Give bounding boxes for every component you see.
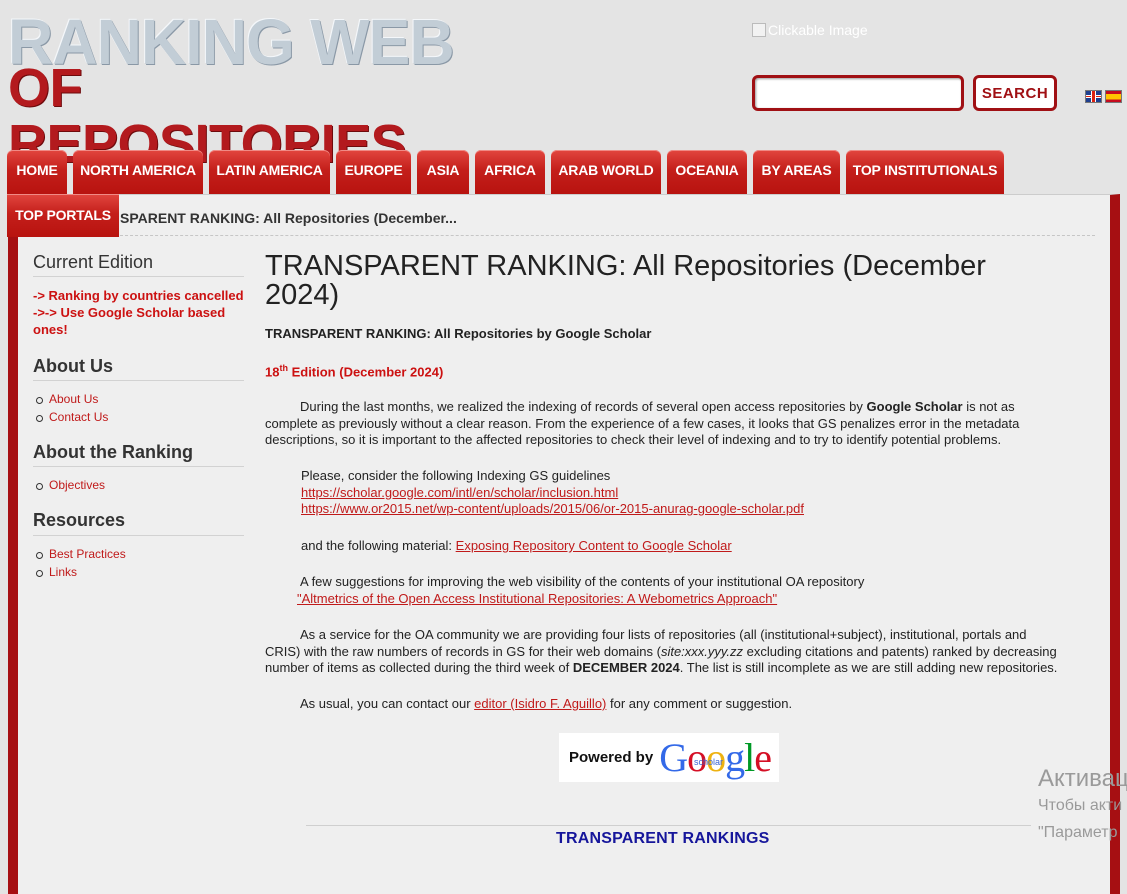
breadcrumb: SPARENT RANKING: All Repositories (Decem… [120,210,457,226]
link-about-us[interactable]: About Us [49,392,98,406]
activation-line1: Активац [1038,765,1127,792]
tab-home[interactable]: HOME [7,150,67,194]
suggestions-link-line: "Altmetrics of the Open Access Instituti… [297,591,777,608]
tab-by-areas[interactable]: BY AREAS [753,150,840,194]
search-input[interactable] [752,75,964,111]
link-or2015-pdf[interactable]: https://www.or2015.net/wp-content/upload… [301,501,804,516]
link-objectives[interactable]: Objectives [49,478,105,492]
intro-text: During the last months, we realized the … [300,399,867,414]
resources-list: Best Practices Links [36,546,126,582]
collection-date: DECEMBER 2024 [572,660,680,675]
tab-europe[interactable]: EUROPE [336,150,411,194]
service-text-end: . The list is still incomplete as we are… [679,660,1058,675]
sidebar-resources-title: Resources [33,510,126,530]
sidebar-divider [33,276,244,277]
link-scholar-inclusion[interactable]: https://scholar.google.com/intl/en/schol… [301,485,618,500]
activation-line2: Чтобы акти [1038,797,1123,814]
site-logo[interactable]: RANKING WEB OF REPOSITORIES [8,10,478,172]
list-item: Objectives [35,477,105,495]
material-intro: and the following material: [301,538,456,553]
clickable-image-alt: Clickable Image [768,22,868,38]
edition-ordinal: th [279,363,288,373]
note-use-google-scholar: ->-> Use Google Scholar based ones! [33,305,226,337]
edition-number: 18 [265,364,280,380]
intro-paragraph: During the last months, we realized the … [265,399,1070,449]
google-wordmark: Google scholar [659,734,772,780]
sidebar-about-ranking-title: About the Ranking [33,442,193,462]
sidebar-about-us-title: About Us [33,356,113,376]
section-divider [306,825,1031,826]
google-letter: g [725,734,745,780]
google-scholar-emphasis: Google Scholar [866,399,963,414]
google-letter: e [754,734,772,780]
site-domain-pattern: site:xxx.yyy.zz [660,643,744,659]
spanish-flag-icon[interactable] [1105,90,1122,103]
tab-latin-america[interactable]: LATIN AMERICA [209,150,330,194]
google-letter: l [744,734,755,780]
tab-north-america[interactable]: NORTH AMERICA [73,150,203,194]
clickable-image[interactable]: Clickable Image [752,22,868,38]
edition-heading: 18th Edition (December 2024) [265,360,443,381]
search-button[interactable]: SEARCH [973,75,1057,111]
link-contact-us[interactable]: Contact Us [49,410,108,424]
tab-top-portals[interactable]: TOP PORTALS [7,194,119,237]
tab-top-institutionals[interactable]: TOP INSTITUTIONALS [846,150,1004,194]
activation-line3: "Параметр [1038,824,1118,841]
sidebar-divider [33,380,244,381]
tab-oceania[interactable]: OCEANIA [667,150,747,194]
link-links[interactable]: Links [49,565,77,579]
note-ranking-cancelled: -> Ranking by countries cancelled [33,288,244,303]
suggestions-intro: A few suggestions for improving the web … [300,574,865,589]
sidebar-divider [33,466,244,467]
powered-by-google-scholar-logo[interactable]: Powered by Google scholar [559,733,779,782]
material-line: and the following material: Exposing Rep… [301,538,732,555]
edition-label: Edition (December 2024) [287,364,444,380]
guidelines-intro: Please, consider the following Indexing … [301,468,611,483]
google-letter: G [659,734,688,780]
contact-outro: for any comment or suggestion. [606,696,793,711]
sidebar-divider [33,535,244,536]
contact-intro: As usual, you can contact our [300,696,475,711]
list-item: Best Practices [36,546,126,564]
tab-arab-world[interactable]: ARAB WORLD [551,150,661,194]
link-editor[interactable]: editor (Isidro F. Aguillo) [474,696,606,711]
transparent-rankings-heading: TRANSPARENT RANKINGS [556,830,770,847]
sidebar-current-edition-title: Current Edition [33,252,154,272]
link-altmetrics[interactable]: "Altmetrics of the Open Access Instituti… [297,591,777,606]
contact-line: As usual, you can contact our editor (Is… [300,696,792,713]
tab-asia[interactable]: ASIA [417,150,469,194]
link-best-practices[interactable]: Best Practices [49,547,126,561]
tab-africa[interactable]: AFRICA [475,150,545,194]
link-exposing-repository[interactable]: Exposing Repository Content to Google Sc… [456,538,732,553]
english-flag-icon[interactable] [1085,90,1102,103]
about-us-list: About Us Contact Us [35,391,108,427]
powered-by-label: Powered by [569,749,654,766]
breadcrumb-divider [120,235,1095,236]
guidelines-block: Please, consider the following Indexing … [301,468,1061,518]
list-item: Contact Us [35,409,108,427]
list-item: Links [36,564,126,582]
list-item: About Us [35,391,108,409]
about-ranking-list: Objectives [35,477,105,495]
scholar-label: scholar [693,756,723,767]
broken-image-icon [752,23,766,37]
windows-activation-watermark: Активац Чтобы акти "Параметр [1038,765,1127,846]
page-title: TRANSPARENT RANKING: All Repositories (D… [265,250,986,311]
page-subtitle: TRANSPARENT RANKING: All Repositories by… [265,326,652,341]
service-paragraph: As a service for the OA community we are… [265,627,1065,677]
